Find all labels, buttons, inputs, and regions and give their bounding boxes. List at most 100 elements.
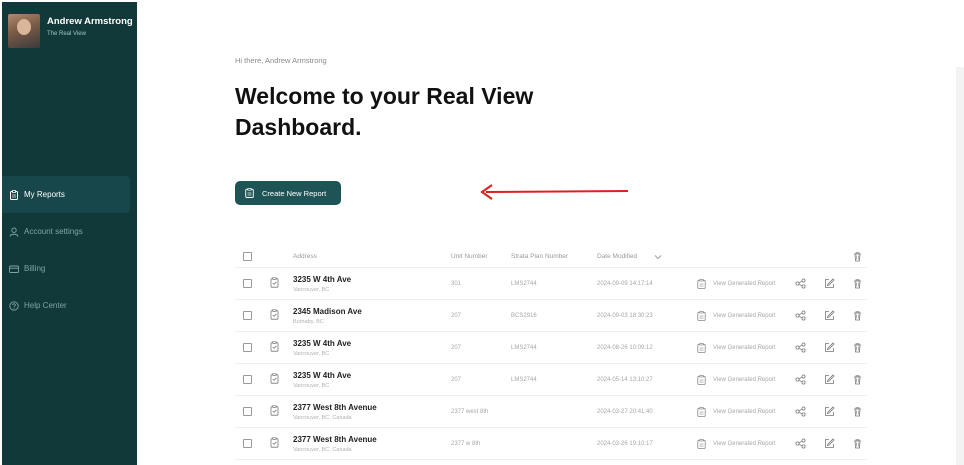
report-clipboard-check-icon <box>270 341 279 352</box>
main-content: Hi there, Andrew Armstrong Welcome to yo… <box>137 2 964 465</box>
city-text: Vancouver, BC <box>293 382 330 389</box>
sidebar: Andrew Armstrong The Real View My Report… <box>2 2 137 465</box>
date-modified-text: 2024-09-09 14:17:14 <box>597 280 653 287</box>
address-text: 2377 West 8th Avenue <box>293 402 377 412</box>
table-header: Address Unit Number Strata Plan Number D… <box>235 246 867 268</box>
view-generated-report-link[interactable]: View Generated Report <box>697 406 795 417</box>
create-new-report-label: Create New Report <box>262 188 327 198</box>
table-row[interactable]: 3235 W 4th Ave Vancouver, BC 301 LMS2744 202… <box>235 268 867 300</box>
date-modified-text: 2024-08-26 10:09:12 <box>597 344 653 351</box>
edit-icon[interactable] <box>824 438 835 449</box>
column-date-modified[interactable]: Date Modified <box>597 253 697 260</box>
user-profile[interactable]: Andrew Armstrong The Real View <box>8 14 133 48</box>
report-clipboard-check-icon <box>270 405 279 416</box>
edit-icon[interactable] <box>824 374 835 385</box>
unit-number-text: 207 <box>451 344 462 351</box>
sidebar-item-label: My Reports <box>24 190 65 199</box>
select-all-checkbox[interactable] <box>243 252 252 261</box>
card-icon <box>9 264 19 274</box>
sidebar-item-billing[interactable]: Billing <box>2 250 137 287</box>
greeting: Hi there, Andrew Armstrong <box>235 56 327 65</box>
view-generated-report-label: View Generated Report <box>713 344 776 351</box>
address-text: 3235 W 4th Ave <box>293 370 352 380</box>
date-modified-text: 2024-05-14 13:10:27 <box>597 376 653 383</box>
address-text: 3235 W 4th Ave <box>293 274 352 284</box>
share-icon[interactable] <box>795 278 806 289</box>
sidebar-item-my-reports[interactable]: My Reports <box>2 176 130 213</box>
city-text: Vancouver, BC <box>293 350 330 357</box>
report-clipboard-check-icon <box>270 309 279 320</box>
trash-icon[interactable] <box>852 310 863 321</box>
user-icon <box>9 227 19 237</box>
clipboard-icon <box>697 406 706 417</box>
annotation-arrow <box>480 184 628 200</box>
sidebar-item-account-settings[interactable]: Account settings <box>2 213 137 250</box>
view-generated-report-link[interactable]: View Generated Report <box>697 438 795 449</box>
edit-icon[interactable] <box>824 278 835 289</box>
view-generated-report-link[interactable]: View Generated Report <box>697 342 795 353</box>
strata-plan-text: BCS2916 <box>511 312 537 319</box>
row-checkbox[interactable] <box>243 375 252 384</box>
clipboard-icon <box>697 374 706 385</box>
report-clipboard-check-icon <box>270 437 279 448</box>
create-new-report-button[interactable]: Create New Report <box>235 181 341 205</box>
row-checkbox[interactable] <box>243 311 252 320</box>
view-generated-report-link[interactable]: View Generated Report <box>697 310 795 321</box>
city-text: Vancouver, BC, Canada <box>293 446 352 453</box>
table-row[interactable]: 2377 West 8th Avenue Vancouver, BC, Canad… <box>235 428 867 460</box>
trash-icon[interactable] <box>852 406 863 417</box>
edit-icon[interactable] <box>824 310 835 321</box>
reports-table: Address Unit Number Strata Plan Number D… <box>235 246 867 460</box>
table-row[interactable]: 3235 W 4th Ave Vancouver, BC 207 LMS2744 202… <box>235 364 867 396</box>
clipboard-icon <box>245 188 254 198</box>
city-text: Vancouver, BC, Canada <box>293 414 352 421</box>
column-unit-number: Unit Number <box>451 253 488 260</box>
share-icon[interactable] <box>795 374 806 385</box>
strata-plan-text: LMS2744 <box>511 344 537 351</box>
view-generated-report-label: View Generated Report <box>713 312 776 319</box>
user-org: The Real View <box>47 31 86 37</box>
view-generated-report-link[interactable]: View Generated Report <box>697 374 795 385</box>
address-text: 2345 Madison Ave <box>293 306 362 316</box>
clipboard-icon <box>697 342 706 353</box>
table-row[interactable]: 2345 Madison Ave Burnaby, BC 207 BCS2916 202… <box>235 300 867 332</box>
date-modified-text: 2024-03-27 20:41:40 <box>597 408 653 415</box>
column-strata-plan-number: Strata Plan Number <box>511 253 569 260</box>
strata-plan-text: LMS2744 <box>511 280 537 287</box>
share-icon[interactable] <box>795 342 806 353</box>
table-row[interactable]: 2377 West 8th Avenue Vancouver, BC, Canad… <box>235 396 867 428</box>
trash-icon[interactable] <box>852 374 863 385</box>
trash-icon[interactable] <box>852 251 863 262</box>
row-checkbox[interactable] <box>243 407 252 416</box>
row-checkbox[interactable] <box>243 279 252 288</box>
strata-plan-text: LMS2744 <box>511 376 537 383</box>
edit-icon[interactable] <box>824 342 835 353</box>
chevron-down-icon[interactable] <box>654 254 662 260</box>
trash-icon[interactable] <box>852 438 863 449</box>
share-icon[interactable] <box>795 438 806 449</box>
row-checkbox[interactable] <box>243 343 252 352</box>
edit-icon[interactable] <box>824 406 835 417</box>
unit-number-text: 2377 west 8th <box>451 408 489 415</box>
report-clipboard-check-icon <box>270 373 279 384</box>
user-name: Andrew Armstrong <box>47 16 133 27</box>
sidebar-nav: My Reports Account settings Billing Help… <box>2 176 137 324</box>
unit-number-text: 207 <box>451 376 462 383</box>
avatar <box>8 14 40 48</box>
unit-number-text: 2377 w 8th <box>451 440 481 447</box>
row-checkbox[interactable] <box>243 439 252 448</box>
share-icon[interactable] <box>795 310 806 321</box>
view-generated-report-link[interactable]: View Generated Report <box>697 278 795 289</box>
scrollbar[interactable] <box>956 67 964 465</box>
sidebar-item-help-center[interactable]: Help Center <box>2 287 137 324</box>
clipboard-icon <box>697 438 706 449</box>
column-address: Address <box>293 253 317 260</box>
share-icon[interactable] <box>795 406 806 417</box>
date-modified-text: 2024-09-03 18:30:23 <box>597 312 653 319</box>
clipboard-icon <box>9 189 19 200</box>
address-text: 2377 West 8th Avenue <box>293 434 377 444</box>
trash-icon[interactable] <box>852 278 863 289</box>
help-icon <box>9 300 19 311</box>
trash-icon[interactable] <box>852 342 863 353</box>
table-row[interactable]: 3235 W 4th Ave Vancouver, BC 207 LMS2744 202… <box>235 332 867 364</box>
